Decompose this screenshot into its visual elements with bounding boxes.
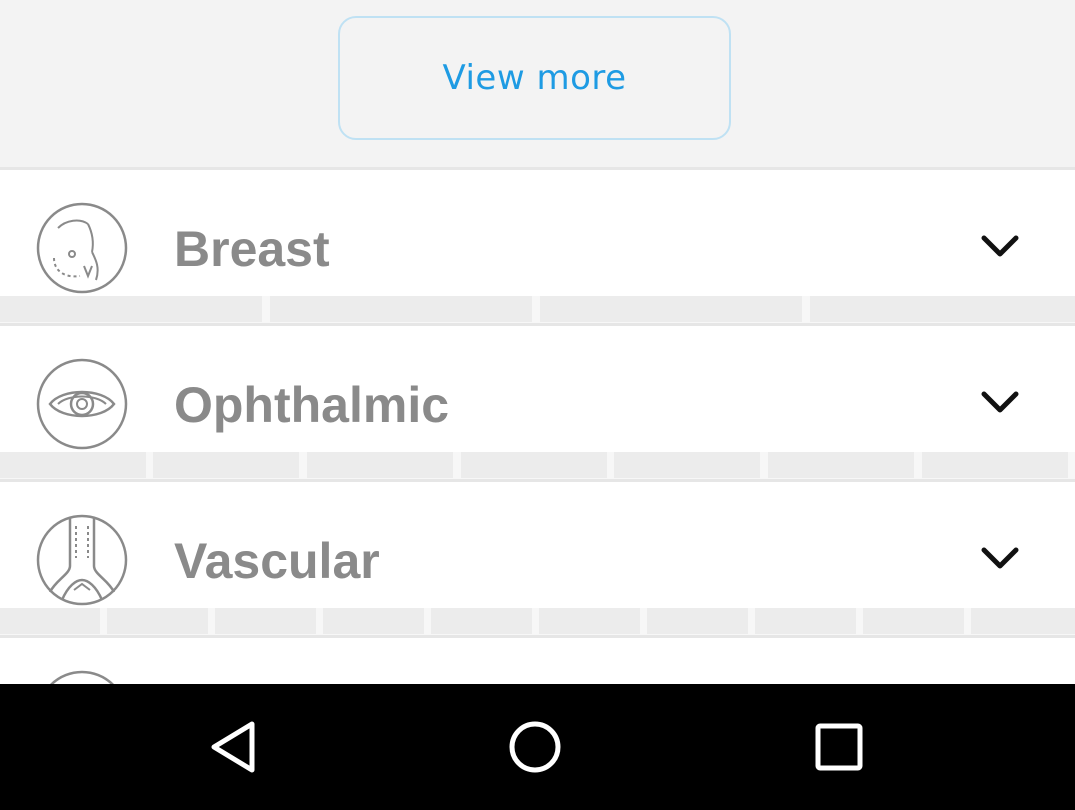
row-separator — [0, 608, 1075, 638]
row-separator — [0, 296, 1075, 326]
back-triangle-icon[interactable] — [204, 717, 264, 777]
view-more-section: View more — [0, 0, 1075, 168]
view-more-label: View more — [442, 58, 627, 98]
breast-icon — [36, 202, 128, 294]
chevron-down-icon[interactable] — [980, 388, 1020, 416]
row-separator — [0, 452, 1075, 482]
category-label: Ophthalmic — [174, 377, 450, 433]
category-label: Vascular — [174, 533, 380, 589]
category-row-ophthalmic[interactable]: Ophthalmic — [0, 326, 1075, 454]
eye-icon — [36, 358, 128, 450]
category-label: Breast — [174, 221, 330, 277]
category-row-breast[interactable]: Breast — [0, 170, 1075, 298]
home-circle-icon[interactable] — [505, 717, 565, 777]
view-more-button[interactable]: View more — [338, 16, 731, 140]
chevron-down-icon[interactable] — [980, 232, 1020, 260]
system-navigation-bar — [0, 684, 1075, 810]
category-icon — [50, 670, 114, 684]
recents-square-icon[interactable] — [809, 717, 869, 777]
category-row-vascular[interactable]: Vascular — [0, 482, 1075, 610]
chevron-down-icon[interactable] — [980, 544, 1020, 572]
category-row-partial[interactable] — [0, 638, 1075, 684]
vascular-icon — [36, 514, 128, 606]
